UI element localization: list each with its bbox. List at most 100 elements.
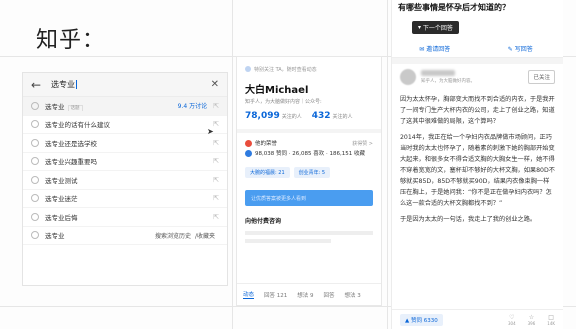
suggestion-item[interactable]: 选专业迷茫 ⇱ (23, 190, 227, 208)
tab-activity[interactable]: 动态 (243, 290, 255, 299)
placeholder-line (245, 239, 332, 243)
author-name[interactable] (421, 70, 528, 78)
fill-arrow-icon[interactable]: ⇱ (213, 102, 219, 110)
follow-button[interactable]: 已关注 (528, 70, 555, 84)
like-icon[interactable]: ♡ 304 (508, 314, 516, 326)
suggestion-item[interactable]: 选专业测试 ⇱ (23, 171, 227, 190)
suggestion-item[interactable]: 选专业兴趣重要吗 ⇱ (23, 153, 227, 171)
tab-more[interactable]: 想法 3 (345, 291, 361, 299)
write-answer-button[interactable]: ✎ 写回答 (478, 44, 564, 53)
stat-number[interactable]: 78,099 (245, 111, 280, 121)
promo-banner[interactable]: 让优质答案被更多人看到 (245, 190, 373, 206)
notice-icon (245, 66, 251, 72)
upvote-label: 赞同 6330 (410, 317, 438, 324)
comment-icon[interactable]: □ 14K (547, 314, 555, 326)
next-answer-button[interactable]: ▾ 下一个回答 (412, 21, 459, 34)
suggestion-label: 选专业兴趣重要吗 (45, 158, 97, 167)
fill-arrow-icon[interactable]: ⇱ (213, 139, 219, 147)
suggestion-meta: 9.4 万讨论 (177, 103, 208, 111)
search-icon (31, 194, 39, 203)
suggestion-item[interactable]: 选专业的话有什么建议 ⇱ (23, 116, 227, 134)
back-arrow-icon[interactable]: ← (31, 78, 47, 92)
answer-paragraph: 因为太太怀孕，胸部变大而找不到合适的内衣，于是我开了一间专门生产大杯内衣的公司，… (400, 96, 555, 126)
topic-badge: 话题 (67, 104, 83, 111)
suggestion-label: 选专业测试 (45, 176, 78, 185)
suggestion-item[interactable]: 选专业 搜索浏览历史 /收藏夹 (23, 227, 227, 245)
search-icon (31, 120, 39, 129)
suggestion-label: 选专业迷茫 (45, 195, 78, 204)
top-note-text: 特别关注 TA，随时查看动态 (254, 66, 317, 73)
upvote-button[interactable]: ▲ 赞同 6330 (400, 313, 443, 326)
fill-arrow-icon[interactable]: ⇱ (213, 194, 219, 202)
answer-paragraph: 2014年，我正在给一个孕妇内衣品牌做市场顾问，正巧当时我的太太也怀孕了，随着素… (400, 134, 555, 208)
fill-arrow-icon[interactable]: ⇱ (213, 176, 219, 184)
stat-label: 关注的人 (281, 114, 302, 120)
author-desc: 知乎人，为大脑做好内容。 (421, 79, 475, 84)
like-count: 304 (508, 320, 516, 326)
author-row: 知乎人，为大脑做好内容。 已关注 (392, 64, 563, 90)
answer-body: 因为太太怀孕，胸部变大而找不到合适的内衣，于是我开了一间专门生产大杯内衣的公司，… (392, 90, 563, 234)
write-label: 写回答 (514, 46, 533, 53)
next-answer-label: 下一个回答 (422, 25, 453, 32)
profile-stats: 78,099 关注的人 432 关注的人 (237, 107, 381, 125)
achievements-more[interactable]: 获得赞 > (352, 140, 373, 147)
search-panel: ← 选专业 ✕ 选专业 话题 9.4 万讨论 ⇱ 选专业的话有什么建议 ⇱ 选专业… (22, 72, 228, 286)
search-bar[interactable]: ← 选专业 ✕ (23, 73, 227, 97)
answer-paragraph: 于是因为太太的一句话，我走上了我的创业之路。 (400, 216, 537, 224)
profile-tabs: 动态 回答 121 想法 9 回答 想法 3 (237, 283, 381, 305)
like-icon (245, 149, 252, 157)
question-title[interactable]: 有哪些事情是怀孕后才知道的？ (392, 0, 563, 14)
favorites-link[interactable]: /收藏夹 (195, 231, 215, 240)
avatar[interactable] (400, 69, 416, 85)
text-cursor (76, 80, 77, 89)
favorite-count: 396 (527, 320, 536, 326)
invite-answer-button[interactable]: ✉ 邀请回答 (392, 44, 478, 53)
profile-name: 大白Michael (245, 85, 309, 96)
suggestion-label: 选专业 话题 (45, 101, 178, 111)
achievements-line: 98,038 赞同 · 26,085 喜欢 · 186,151 收藏 (255, 151, 365, 157)
profile-tags: 大腕的福晨: 21 创业青年: 5 (237, 163, 381, 182)
fill-arrow-icon[interactable]: ⇱ (213, 157, 219, 165)
profile-top-note: 特别关注 TA，随时查看动态 (237, 57, 381, 75)
suggestion-label: 选专业还是选学校 (45, 139, 97, 148)
fill-arrow-icon[interactable]: ⇱ (213, 120, 219, 128)
suggestion-list: 选专业 话题 9.4 万讨论 ⇱ 选专业的话有什么建议 ⇱ 选专业还是选学校 ⇱ … (23, 97, 227, 245)
suggestion-label: 选专业 (45, 232, 65, 241)
answer-bottom-bar: ▲ 赞同 6330 ♡ 304 ☆ 396 □ 14K (392, 309, 563, 329)
close-icon[interactable]: ✕ (211, 79, 219, 90)
slide-title: 知乎： (36, 28, 106, 53)
suggestion-item[interactable]: 选专业 话题 9.4 万讨论 ⇱ (23, 97, 227, 116)
mouse-cursor-icon: ➤ (207, 127, 214, 136)
topic-icon (31, 101, 39, 110)
comment-count: 14K (547, 320, 555, 326)
honor-icon (245, 139, 252, 147)
divider (232, 0, 233, 329)
invite-label: 邀请回答 (426, 46, 451, 53)
suggestion-label: 选专业后悔 (45, 213, 78, 222)
placeholder-line (245, 231, 373, 235)
profile-tag[interactable]: 大腕的福晨: 21 (245, 167, 290, 178)
achievements: 他的荣誉 获得赞 > 98,038 赞同 · 26,085 喜欢 · 186,1… (237, 133, 381, 163)
divider (387, 0, 388, 329)
answer-icons: ♡ 304 ☆ 396 □ 14K (508, 314, 555, 326)
stat-label: 关注的人 (332, 114, 353, 120)
fill-arrow-icon[interactable]: ⇱ (213, 213, 219, 221)
search-icon (31, 175, 39, 184)
suggestion-label: 选专业的话有什么建议 (45, 121, 110, 130)
stat-number[interactable]: 432 (312, 111, 331, 121)
answer-actions: ✉ 邀请回答 ✎ 写回答 (392, 40, 563, 58)
profile-tag[interactable]: 创业青年: 5 (293, 167, 331, 178)
search-input[interactable]: 选专业 (47, 79, 211, 90)
tab-answers[interactable]: 回答 121 (264, 291, 287, 299)
star-icon[interactable]: ☆ 396 (528, 314, 536, 326)
consult-section-title: 向他付费咨询 (245, 218, 282, 225)
history-link[interactable]: 搜索浏览历史 (155, 231, 191, 240)
search-icon (31, 212, 39, 221)
suggestion-item[interactable]: 选专业还是选学校 ⇱ (23, 134, 227, 153)
answer-panel: 有哪些事情是怀孕后才知道的？ ▾ 下一个回答 ✉ 邀请回答 ✎ 写回答 知乎人，… (391, 0, 563, 329)
suggestion-item[interactable]: 选专业后悔 ⇱ (23, 208, 227, 227)
tab-ideas[interactable]: 想法 9 (297, 291, 313, 299)
tab-questions[interactable]: 回答 (324, 291, 335, 299)
search-icon (31, 157, 39, 166)
achievements-title: 他的荣誉 (255, 141, 278, 147)
